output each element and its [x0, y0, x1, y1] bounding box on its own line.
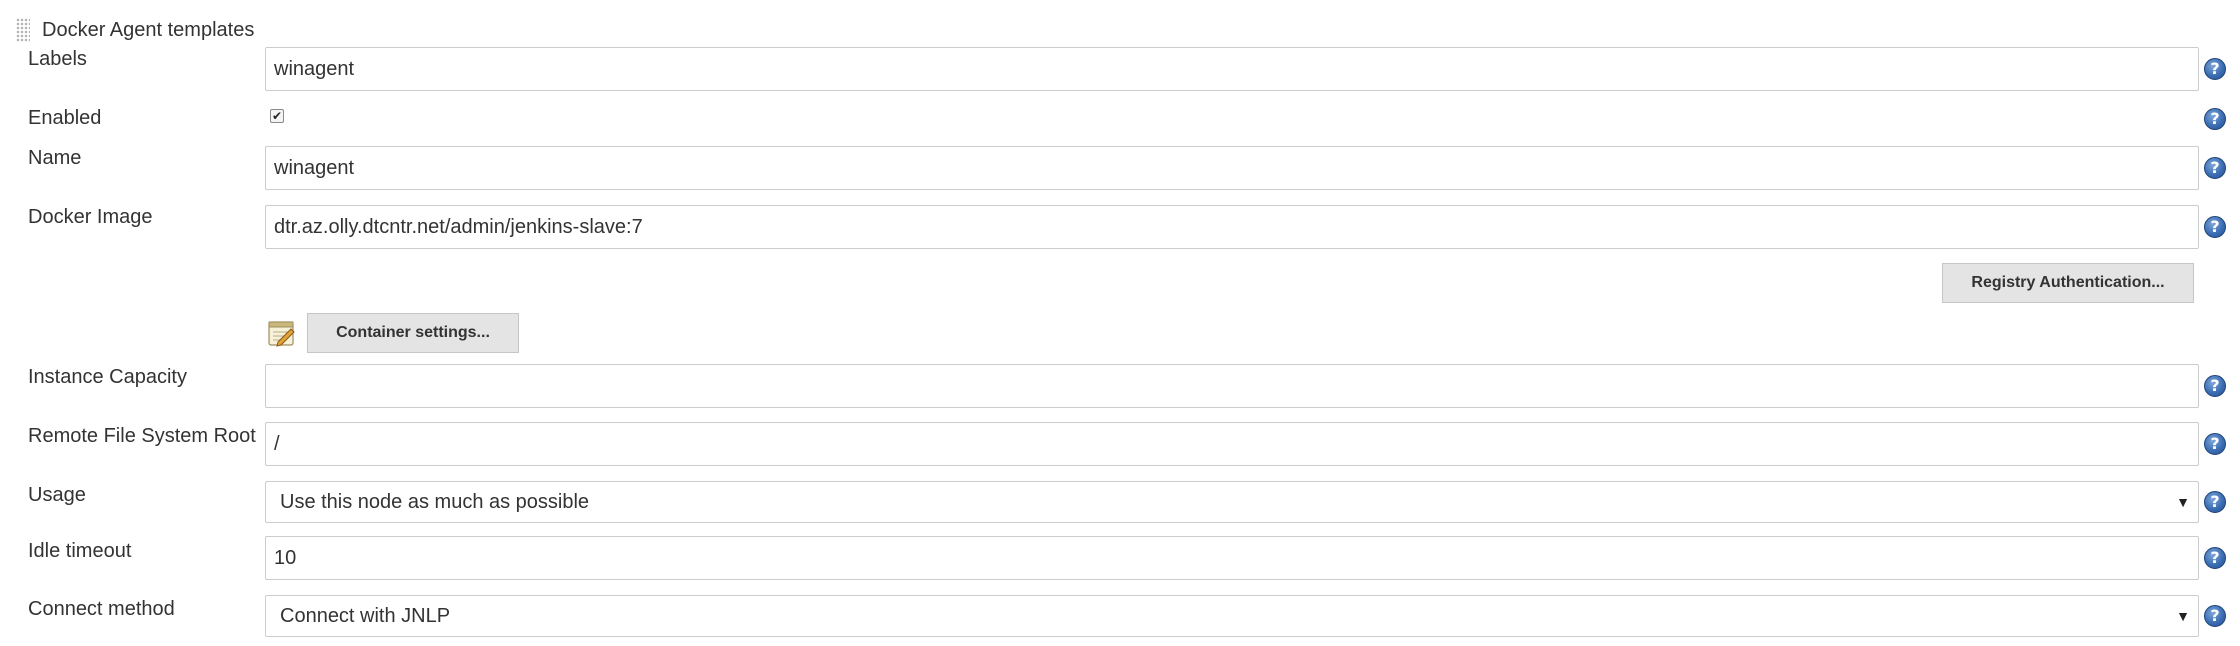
instance-capacity-input[interactable] — [265, 364, 2199, 408]
name-help-icon[interactable]: ? — [2204, 157, 2226, 179]
connect-method-select[interactable]: Connect with JNLP ▼ — [265, 595, 2199, 637]
usage-label: Usage — [28, 484, 86, 506]
usage-select-value: Use this node as much as possible — [280, 490, 590, 513]
enabled-help-icon[interactable]: ? — [2204, 108, 2226, 130]
section-title: Docker Agent templates — [42, 18, 255, 41]
enabled-checkbox[interactable]: ✔ — [270, 109, 284, 123]
instance-capacity-help-icon[interactable]: ? — [2204, 375, 2226, 397]
remote-fs-root-help-icon[interactable]: ? — [2204, 433, 2226, 455]
docker-image-input[interactable] — [265, 205, 2199, 249]
docker-image-help-icon[interactable]: ? — [2204, 216, 2226, 238]
instance-capacity-label: Instance Capacity — [28, 366, 187, 388]
connect-method-help-icon[interactable]: ? — [2204, 605, 2226, 627]
connect-method-label: Connect method — [28, 598, 175, 620]
section-header: Docker Agent templates — [16, 16, 254, 44]
name-input[interactable] — [265, 146, 2199, 190]
labels-help-icon[interactable]: ? — [2204, 58, 2226, 80]
notepad-edit-icon — [268, 321, 295, 347]
idle-timeout-help-icon[interactable]: ? — [2204, 547, 2226, 569]
usage-select[interactable]: Use this node as much as possible ▼ — [265, 481, 2199, 523]
usage-help-icon[interactable]: ? — [2204, 491, 2226, 513]
drag-handle-icon[interactable] — [16, 18, 30, 42]
name-label: Name — [28, 147, 82, 169]
registry-authentication-button[interactable]: Registry Authentication... — [1942, 263, 2194, 303]
connect-method-select-value: Connect with JNLP — [280, 604, 451, 627]
enabled-label: Enabled — [28, 107, 102, 129]
docker-image-label: Docker Image — [28, 206, 153, 228]
container-settings-button[interactable]: Container settings... — [307, 313, 519, 353]
remote-fs-root-input[interactable] — [265, 422, 2199, 466]
remote-fs-root-label: Remote File System Root — [28, 425, 256, 447]
usage-dropdown-icon: ▼ — [2176, 494, 2190, 510]
connect-method-dropdown-icon: ▼ — [2176, 608, 2190, 624]
labels-label: Labels — [28, 48, 87, 70]
idle-timeout-input[interactable] — [265, 536, 2199, 580]
labels-input[interactable] — [265, 47, 2199, 91]
idle-timeout-label: Idle timeout — [28, 540, 132, 562]
